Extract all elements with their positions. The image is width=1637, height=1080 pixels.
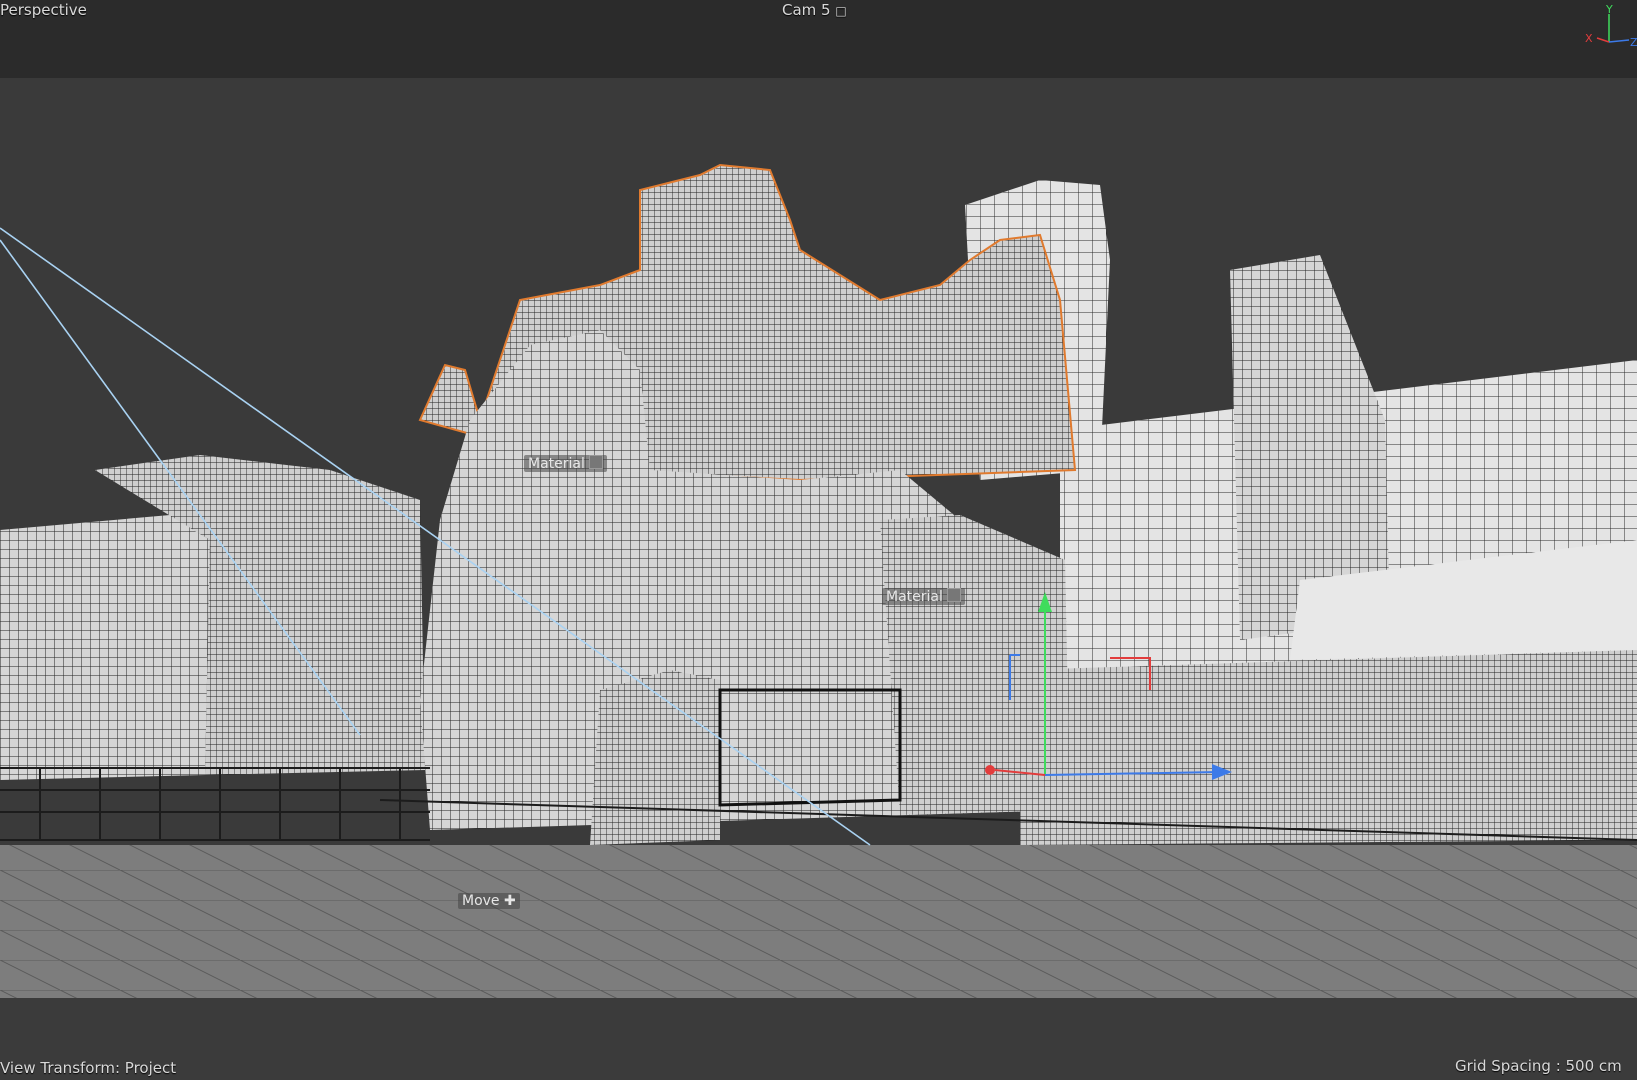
tool-name: Move [462, 893, 500, 909]
mesh-center-right-wing [880, 515, 1070, 815]
axis-y-label: Y [1605, 3, 1613, 16]
mesh-left-block [0, 515, 210, 780]
camera-lock-icon: □ [835, 4, 847, 18]
scene-canvas[interactable] [0, 0, 1637, 1080]
material-swatch-icon [946, 588, 961, 602]
material-tag[interactable]: Material [882, 588, 965, 605]
3d-viewport[interactable]: Perspective Cam 5 □ Y X Z Material Mater… [0, 0, 1637, 1080]
material-tag-label: Material [528, 456, 585, 472]
gizmo-x-arrow[interactable] [985, 765, 995, 775]
axis-z-label: Z [1630, 36, 1637, 49]
grid-spacing-label: Grid Spacing : 500 cm [1455, 1057, 1622, 1075]
material-tag[interactable]: Material [524, 455, 607, 472]
material-swatch-icon [588, 455, 603, 469]
move-icon: ✚ [504, 893, 516, 909]
camera-label[interactable]: Cam 5 □ [782, 1, 847, 19]
tool-tooltip: Move ✚ [458, 893, 520, 909]
viewport-name[interactable]: Perspective [0, 1, 87, 19]
ground-plane [0, 845, 1637, 998]
axis-x-label: X [1585, 32, 1593, 45]
view-transform-label[interactable]: View Transform: Project [0, 1059, 176, 1077]
axis-orientation-gizmo: Y X Z [1585, 3, 1637, 49]
mesh-stair-block [590, 670, 720, 845]
camera-name: Cam 5 [782, 1, 831, 19]
viewport-footer [0, 998, 1637, 1080]
material-tag-label: Material [886, 589, 943, 605]
mesh-right-base [1020, 650, 1637, 845]
